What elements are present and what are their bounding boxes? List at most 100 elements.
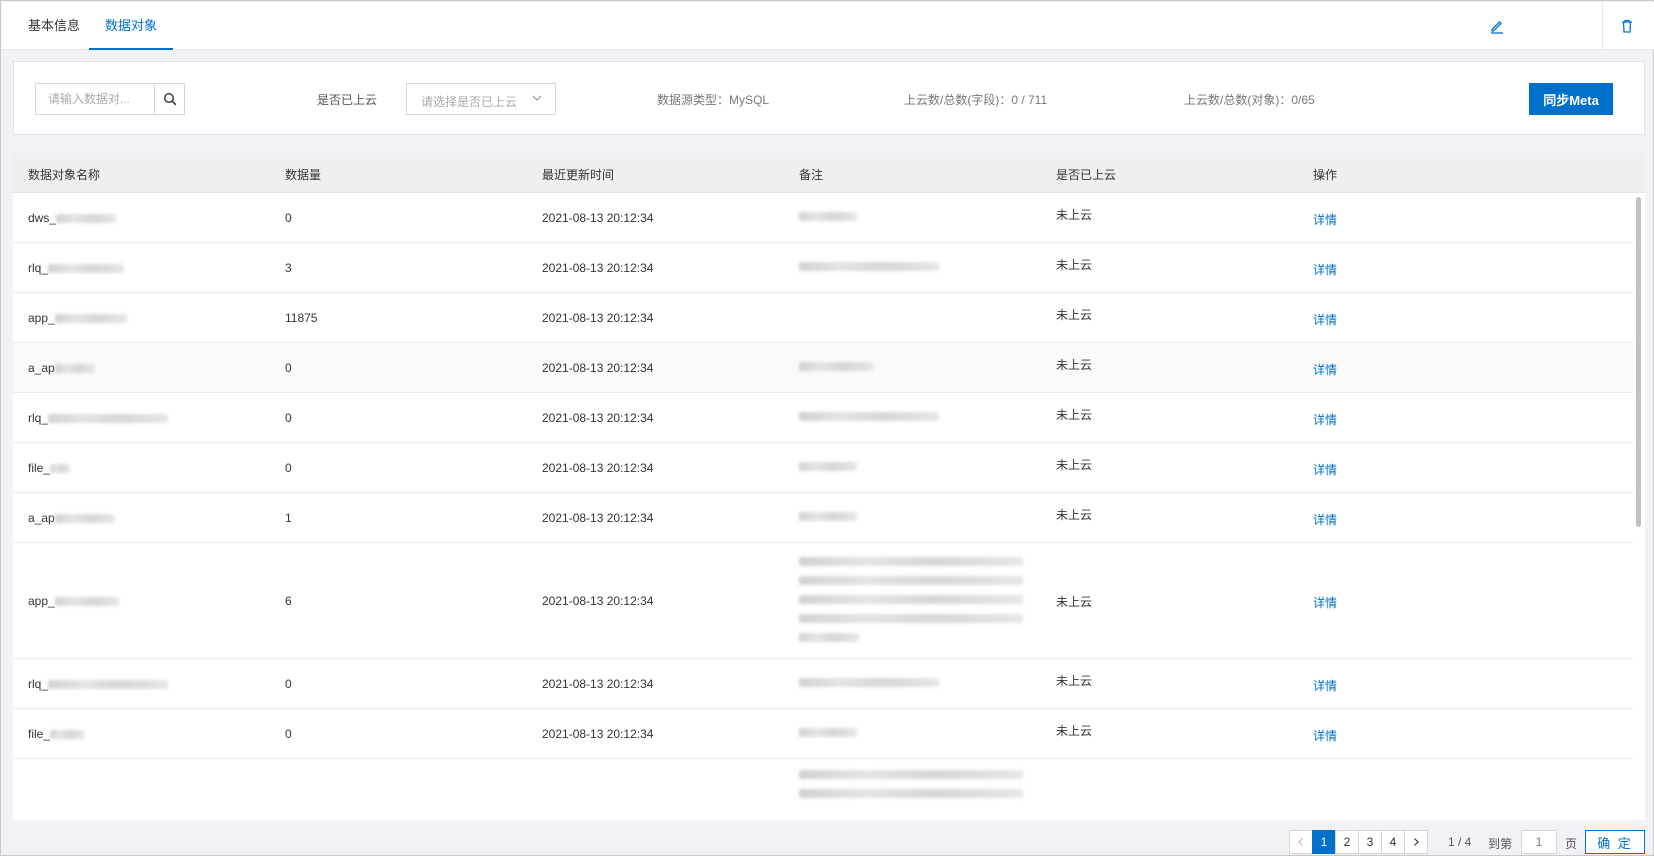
object-name-prefix: rlq_ <box>28 261 49 275</box>
remark-cell <box>799 509 857 528</box>
search-input[interactable] <box>36 84 154 114</box>
datasource-type: 数据源类型：MySQL <box>657 93 770 107</box>
goto-confirm-button[interactable]: 确 定 <box>1585 830 1645 854</box>
table-scrollbar[interactable] <box>1636 197 1641 527</box>
remark-cell <box>799 259 939 278</box>
remark-line <box>799 786 1023 805</box>
remark-line <box>799 573 1023 592</box>
object-name-cell: file_ <box>28 727 85 741</box>
data-objects-table: 数据对象名称 数据量 最近更新时间 备注 是否已上云 操作 dws_ 0 2021-… <box>13 153 1645 820</box>
row-count-cell: 3 <box>285 261 292 275</box>
remark-cell <box>799 725 857 744</box>
search-box <box>35 83 185 115</box>
remark-cell <box>799 459 857 478</box>
row-count-cell: 0 <box>285 727 292 741</box>
object-name-cell: app_ <box>28 594 119 608</box>
row-count-cell: 0 <box>285 677 292 691</box>
object-name-cell: rlq_ <box>28 677 169 691</box>
updated-time-cell: 2021-08-13 20:12:34 <box>542 211 654 225</box>
object-name-prefix: dws_ <box>28 211 57 225</box>
updated-time-cell: 2021-08-13 20:12:34 <box>542 311 654 325</box>
remark-cell <box>799 209 857 228</box>
table-row: rlq_ 0 2021-08-13 20:12:34 未上云 详情 <box>13 659 1633 709</box>
pencil-icon[interactable] <box>1485 14 1509 38</box>
page-button-3[interactable]: 3 <box>1358 830 1382 854</box>
redacted-remark <box>799 633 859 643</box>
column-header-cloud-status: 是否已上云 <box>1056 168 1117 182</box>
redacted-remark <box>799 212 857 222</box>
object-cloud-ratio: 上云数/总数(对象)：0/65 <box>1184 93 1315 107</box>
object-name-prefix: app_ <box>28 594 55 608</box>
detail-link[interactable]: 详情 <box>1313 461 1337 478</box>
detail-link[interactable]: 详情 <box>1313 727 1337 744</box>
page-button-1[interactable]: 1 <box>1312 830 1336 854</box>
remark-line <box>799 767 1023 786</box>
detail-link[interactable]: 详情 <box>1313 677 1337 694</box>
redacted-remark <box>799 576 1023 586</box>
detail-link[interactable]: 详情 <box>1313 361 1337 378</box>
object-name-prefix: a_ap <box>28 361 55 375</box>
filter-panel: 是否已上云 请选择是否已上云 数据源类型：MySQL 上云数/总数(字段)：0 … <box>13 61 1645 135</box>
chevron-down-icon <box>532 95 542 101</box>
row-count-cell: 0 <box>285 411 292 425</box>
page-button-4[interactable]: 4 <box>1381 830 1405 854</box>
cloud-status-cell: 未上云 <box>1056 508 1093 522</box>
detail-link[interactable]: 详情 <box>1313 261 1337 278</box>
updated-time-cell: 2021-08-13 20:12:34 <box>542 461 654 475</box>
remark-line <box>799 630 1023 649</box>
object-name-cell: a_ap <box>28 511 115 525</box>
cloud-status-label: 是否已上云 <box>317 93 378 107</box>
row-count-cell: 11875 <box>285 311 318 325</box>
detail-link[interactable]: 详情 <box>1313 511 1337 528</box>
remark-cell <box>799 554 1023 649</box>
page-button-2[interactable]: 2 <box>1335 830 1359 854</box>
tab-data-objects[interactable]: 数据对象 <box>88 2 174 50</box>
next-page-button[interactable] <box>1404 830 1428 854</box>
remark-cell <box>799 675 939 694</box>
field-cloud-ratio: 上云数/总数(字段)：0 / 711 <box>904 93 1048 107</box>
search-icon <box>163 92 176 106</box>
remark-cell <box>799 359 873 378</box>
object-name-prefix: a_ap <box>28 511 55 525</box>
table-row: rlq_ 0 2021-08-13 20:12:34 未上云 详情 <box>13 393 1633 443</box>
column-header-remark: 备注 <box>799 168 824 182</box>
sync-meta-button[interactable]: 同步Meta <box>1529 83 1613 115</box>
redacted-remark <box>799 614 1023 624</box>
detail-link[interactable]: 详情 <box>1313 594 1337 611</box>
table-header: 数据对象名称 数据量 最近更新时间 备注 是否已上云 操作 <box>13 153 1645 193</box>
object-name-cell: a_ap <box>28 361 95 375</box>
row-count-cell: 0 <box>285 211 292 225</box>
cloud-status-cell: 未上云 <box>1056 408 1093 422</box>
remark-line <box>799 725 857 744</box>
table-row: dws_ 0 2021-08-13 20:12:34 未上云 详情 <box>13 193 1633 243</box>
trash-icon[interactable] <box>1615 14 1639 38</box>
tab-basic-info[interactable]: 基本信息 <box>28 2 80 50</box>
redacted-name <box>48 264 125 274</box>
search-button[interactable] <box>154 84 184 114</box>
detail-link[interactable]: 详情 <box>1313 411 1337 428</box>
cloud-status-cell: 未上云 <box>1056 458 1093 472</box>
row-count-cell: 6 <box>285 594 292 608</box>
redacted-name <box>54 514 115 524</box>
updated-time-cell: 2021-08-13 20:12:34 <box>542 727 654 741</box>
object-name-prefix: rlq_ <box>28 411 49 425</box>
remark-line <box>799 592 1023 611</box>
cloud-status-cell: 未上云 <box>1056 595 1093 609</box>
table-row: a_ap 1 2021-08-13 20:12:34 未上云 详情 <box>13 493 1633 543</box>
cloud-status-select[interactable]: 请选择是否已上云 <box>406 83 556 115</box>
redacted-name <box>48 414 169 424</box>
goto-page-input[interactable] <box>1521 830 1557 854</box>
page-summary: 1 / 4 <box>1448 835 1472 849</box>
redacted-name <box>50 464 71 474</box>
prev-page-button[interactable] <box>1289 830 1313 854</box>
redacted-name <box>48 680 169 690</box>
table-row: file_ 0 2021-08-13 20:12:34 未上云 详情 <box>13 443 1633 493</box>
redacted-remark <box>799 362 873 372</box>
detail-link[interactable]: 详情 <box>1313 211 1337 228</box>
updated-time-cell: 2021-08-13 20:12:34 <box>542 361 654 375</box>
redacted-remark <box>799 595 1023 605</box>
object-name-prefix: app_ <box>28 311 55 325</box>
detail-link[interactable]: 详情 <box>1313 311 1337 328</box>
object-name-cell: file_ <box>28 461 71 475</box>
remark-line <box>799 259 939 278</box>
